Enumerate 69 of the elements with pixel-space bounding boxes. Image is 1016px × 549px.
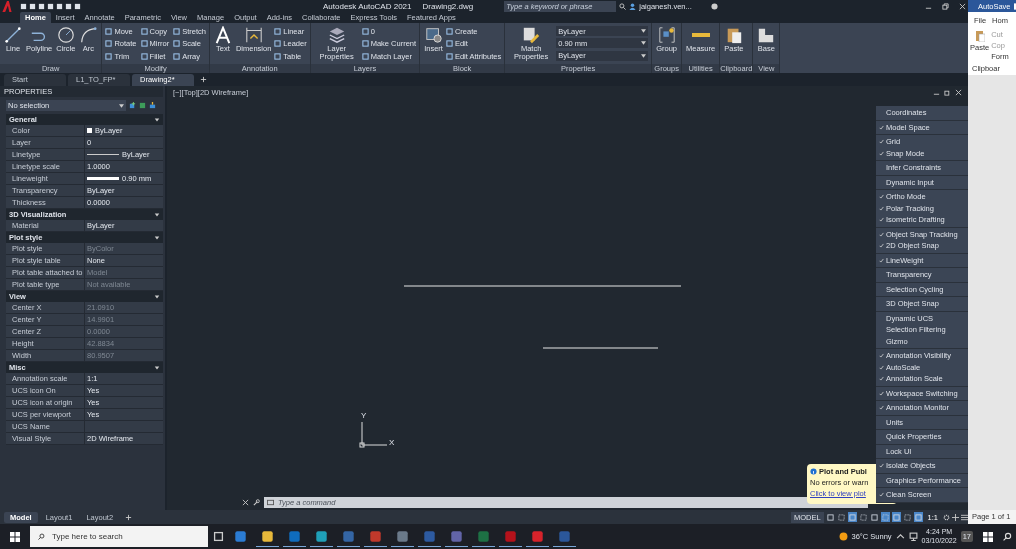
network-icon[interactable] (908, 532, 918, 541)
caret-icon (641, 29, 647, 33)
collapse-arrow-icon[interactable] (154, 234, 160, 241)
restore-icon[interactable] (942, 2, 949, 10)
windows-icon[interactable] (983, 531, 993, 542)
checkmark-icon (878, 257, 884, 263)
collapse-arrow-icon[interactable] (154, 293, 160, 300)
close-icon[interactable] (242, 499, 249, 506)
new-tab-icon[interactable] (200, 76, 207, 83)
app-logo-icon[interactable] (1, 0, 13, 12)
dimension-icon (244, 26, 263, 44)
clipboard-icon (974, 30, 985, 42)
collapse-arrow-icon[interactable] (154, 364, 160, 371)
start-icon[interactable] (10, 531, 20, 542)
menu-icon[interactable] (961, 513, 968, 521)
app-icon[interactable] (396, 529, 409, 543)
group-icon (657, 26, 676, 44)
checkmark-icon (878, 390, 884, 396)
taskbar-search-field[interactable]: Type here to search (30, 526, 208, 547)
collapse-arrow-icon[interactable] (154, 211, 160, 218)
line-icon (4, 26, 22, 44)
ruler-icon (691, 33, 710, 37)
layers-icon (327, 26, 346, 44)
select-objects-icon[interactable] (139, 102, 146, 109)
insert-block-icon (424, 26, 443, 44)
info-icon (810, 468, 817, 475)
linetype-sample (87, 154, 119, 155)
app-icon[interactable] (234, 529, 247, 543)
caret-icon (641, 41, 647, 46)
arc-icon (79, 26, 98, 44)
axis-label: X (389, 438, 395, 447)
command-prompt-icon (267, 499, 274, 506)
help-icon[interactable] (710, 2, 718, 10)
checkmark-icon (878, 463, 884, 469)
app-icon[interactable] (261, 529, 274, 543)
text-tool-icon (213, 26, 232, 44)
collapse-arrow-icon[interactable] (154, 116, 160, 123)
base-view-icon (757, 26, 776, 44)
checkmark-icon (878, 405, 884, 411)
plus-icon[interactable] (952, 513, 959, 521)
search-icon (38, 533, 45, 540)
caret-icon (119, 103, 124, 108)
close-icon[interactable] (955, 89, 962, 96)
color-swatch (87, 128, 92, 133)
toggle-pickadd-icon[interactable] (129, 102, 136, 109)
restore-icon[interactable] (944, 89, 951, 96)
search-icon[interactable] (619, 2, 627, 10)
document-name: Drawing2.dwg (422, 1, 474, 11)
lineweight-sample (87, 177, 119, 180)
caret-icon (641, 53, 647, 58)
user-icon (629, 2, 637, 10)
sun-icon (838, 532, 848, 541)
close-icon[interactable] (959, 2, 966, 10)
quick-select-icon[interactable] (149, 102, 156, 109)
chevron-up-icon[interactable] (895, 532, 905, 541)
wrench-icon[interactable] (253, 499, 260, 506)
autosave-toggle[interactable] (1013, 2, 1016, 10)
add-layout-icon[interactable] (125, 513, 133, 521)
task-view-icon[interactable] (212, 530, 225, 543)
checkmark-icon (878, 124, 884, 130)
window-title: Autodesk AutoCAD 2021 (323, 1, 412, 11)
ucs-axes-icon (359, 421, 388, 448)
app-icon[interactable] (315, 529, 328, 543)
match-properties-icon (522, 26, 541, 44)
checkmark-icon (878, 492, 884, 498)
search-icon[interactable] (1003, 532, 1012, 541)
axis-label: Y (361, 411, 367, 420)
settings-icon[interactable] (943, 513, 950, 521)
circle-icon (56, 26, 75, 44)
